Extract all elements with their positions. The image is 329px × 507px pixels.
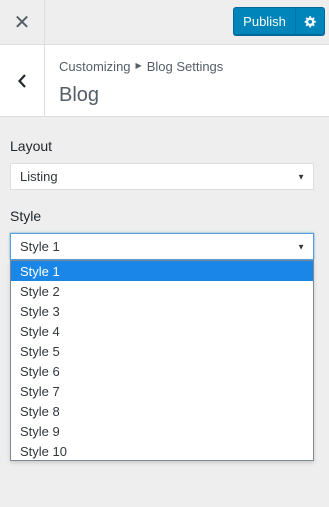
layout-select[interactable]: Listing ▼ [10,163,314,190]
section-header: Customizing ▶ Blog Settings Blog [0,45,329,117]
style-select-value: Style 1 [20,239,60,254]
style-dropdown-list: Style 1 Style 2 Style 3 Style 4 Style 5 … [10,260,314,461]
dropdown-option[interactable]: Style 8 [11,401,313,421]
close-icon: ✕ [13,11,31,34]
publish-settings-button[interactable] [295,7,325,35]
breadcrumb-parent: Customizing [59,59,131,74]
select-arrow-icon: ▼ [297,172,305,181]
chevron-left-icon [18,73,26,88]
layout-label: Layout [10,138,53,154]
back-button[interactable] [0,45,45,116]
dropdown-option[interactable]: Style 10 [11,441,313,461]
section-title: Blog [59,84,100,106]
dropdown-option[interactable]: Style 3 [11,301,313,321]
dropdown-option[interactable]: Style 1 [11,261,313,281]
triangle-right-icon: ▶ [135,61,142,70]
style-select[interactable]: Style 1 ▼ [10,233,314,260]
dropdown-option[interactable]: Style 7 [11,381,313,401]
dropdown-option[interactable]: Style 6 [11,361,313,381]
dropdown-option[interactable]: Style 9 [11,421,313,441]
select-arrow-icon: ▼ [297,242,305,251]
dropdown-option[interactable]: Style 5 [11,341,313,361]
gear-icon [304,15,316,27]
dropdown-option[interactable]: Style 2 [11,281,313,301]
style-label: Style [10,208,42,224]
breadcrumb: Customizing ▶ Blog Settings [59,59,223,74]
publish-button[interactable]: Publish [233,7,295,35]
dropdown-option[interactable]: Style 4 [11,321,313,341]
publish-group: Publish [233,7,325,35]
breadcrumb-current: Blog Settings [146,59,224,74]
customizer-header: ✕ Publish [0,0,329,45]
close-button[interactable]: ✕ [0,0,45,44]
layout-select-value: Listing [20,169,58,184]
